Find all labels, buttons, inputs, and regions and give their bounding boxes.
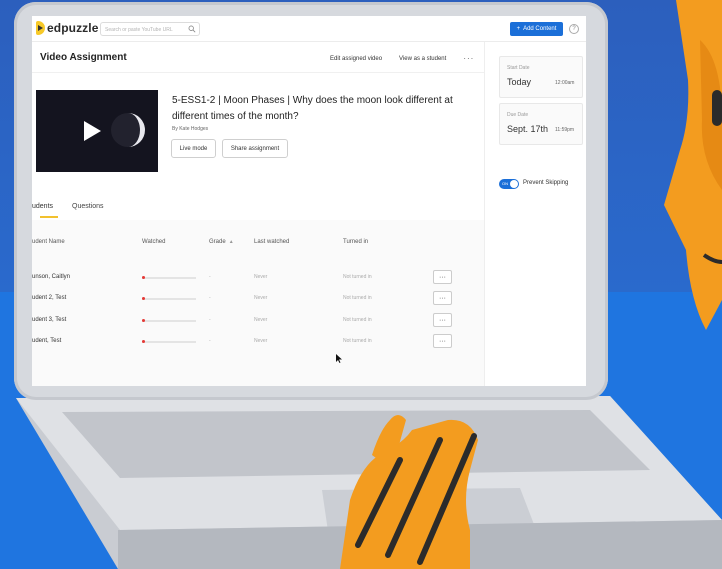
- turned-in-status: Not turned in: [343, 295, 372, 301]
- tab-students[interactable]: udents: [32, 203, 53, 210]
- video-thumbnail[interactable]: [36, 90, 158, 172]
- last-watched-value: Never: [254, 274, 268, 280]
- search-box[interactable]: [100, 22, 200, 36]
- last-watched-value: Never: [254, 338, 268, 344]
- view-as-student-link[interactable]: View as a student: [399, 56, 446, 62]
- toggle-on-text: ON: [502, 181, 508, 186]
- row-menu-button[interactable]: ···: [433, 291, 452, 305]
- header-last-watched[interactable]: Last watched: [254, 239, 289, 245]
- watched-progress-bar: [142, 319, 196, 322]
- sort-up-icon: ▲: [228, 239, 234, 245]
- header-turned-in[interactable]: Turned in: [343, 239, 368, 245]
- prevent-skipping-toggle[interactable]: ON: [499, 179, 519, 189]
- edpuzzle-logo[interactable]: edpuzzle: [36, 21, 98, 35]
- start-date-card[interactable]: Start Date Today 12:00am: [499, 56, 583, 98]
- start-time-value: 12:00am: [555, 80, 575, 86]
- grade-value: -: [209, 295, 211, 301]
- progress-fill: [142, 340, 145, 343]
- grade-value: -: [209, 338, 211, 344]
- more-options-icon[interactable]: ···: [463, 54, 474, 63]
- progress-fill: [142, 276, 145, 279]
- table-row[interactable]: udent 3, Test - Never Not turned in ···: [32, 312, 484, 332]
- row-menu-button[interactable]: ···: [433, 270, 452, 284]
- student-name[interactable]: udent, Test: [32, 338, 61, 344]
- progress-fill: [142, 297, 145, 300]
- student-name[interactable]: udent 2, Test: [32, 295, 66, 301]
- due-date-card[interactable]: Due Date Sept. 17th 11:59pm: [499, 103, 583, 145]
- page-title: Video Assignment: [40, 52, 127, 63]
- watched-progress-bar: [142, 276, 196, 279]
- mouse-cursor-icon: [336, 354, 342, 363]
- last-watched-value: Never: [254, 295, 268, 301]
- progress-fill: [142, 319, 145, 322]
- plus-icon: +: [516, 26, 521, 32]
- turned-in-status: Not turned in: [343, 274, 372, 280]
- edpuzzle-logo-icon: [36, 21, 45, 35]
- moon-image: [111, 113, 145, 147]
- watched-progress-bar: [142, 340, 196, 343]
- video-author: By Kate Hodges: [172, 126, 209, 132]
- tab-bar: udents Questions: [32, 199, 484, 219]
- logo-text: edpuzzle: [47, 21, 99, 35]
- active-tab-indicator: [40, 216, 58, 218]
- prevent-skipping-label: Prevent Skipping: [523, 180, 569, 186]
- app-screen: edpuzzle + Add Content ? Video Assignmen…: [32, 16, 586, 386]
- due-time-value: 11:59pm: [555, 127, 575, 133]
- toggle-knob: [510, 180, 518, 188]
- header-grade[interactable]: Grade ▲: [209, 239, 234, 245]
- start-date-label: Start Date: [507, 65, 530, 71]
- header-watched[interactable]: Watched: [142, 239, 165, 245]
- divider: [32, 72, 484, 73]
- due-date-label: Due Date: [507, 112, 529, 118]
- start-date-value: Today: [507, 77, 532, 87]
- header-grade-label: Grade: [209, 239, 226, 245]
- share-assignment-button[interactable]: Share assignment: [222, 139, 288, 158]
- student-name[interactable]: unson, Caitlyn: [32, 274, 70, 280]
- turned-in-status: Not turned in: [343, 317, 372, 323]
- main-panel: Video Assignment Edit assigned video Vie…: [32, 42, 484, 386]
- header-student-name[interactable]: udent Name: [32, 239, 65, 245]
- search-input[interactable]: [105, 25, 185, 34]
- settings-sidebar: Start Date Today 12:00am Due Date Sept. …: [484, 42, 586, 386]
- edit-assigned-video-link[interactable]: Edit assigned video: [330, 56, 382, 62]
- due-date-value: Sept. 17th: [507, 124, 549, 134]
- grade-value: -: [209, 274, 211, 280]
- table-row[interactable]: udent, Test - Never Not turned in ···: [32, 333, 484, 353]
- play-icon[interactable]: [82, 120, 102, 142]
- live-mode-button[interactable]: Live mode: [171, 139, 216, 158]
- watched-progress-bar: [142, 297, 196, 300]
- tab-questions[interactable]: Questions: [72, 203, 104, 210]
- students-table: udent Name Watched Grade ▲ Last watched T…: [32, 220, 484, 386]
- student-name[interactable]: udent 3, Test: [32, 317, 66, 323]
- row-menu-button[interactable]: ···: [433, 313, 452, 327]
- turned-in-status: Not turned in: [343, 338, 372, 344]
- header-actions: Edit assigned video View as a student ··…: [330, 54, 474, 63]
- grade-value: -: [209, 317, 211, 323]
- top-bar: edpuzzle + Add Content ?: [32, 16, 586, 42]
- video-title: 5-ESS1-2 | Moon Phases | Why does the mo…: [172, 95, 453, 122]
- last-watched-value: Never: [254, 317, 268, 323]
- help-icon[interactable]: ?: [569, 24, 579, 34]
- search-icon[interactable]: [188, 25, 196, 33]
- table-row[interactable]: udent 2, Test - Never Not turned in ···: [32, 290, 484, 310]
- row-menu-button[interactable]: ···: [433, 334, 452, 348]
- table-row[interactable]: unson, Caitlyn - Never Not turned in ···: [32, 269, 484, 289]
- add-content-button[interactable]: + Add Content: [510, 22, 563, 36]
- add-content-label: Add Content: [523, 26, 557, 32]
